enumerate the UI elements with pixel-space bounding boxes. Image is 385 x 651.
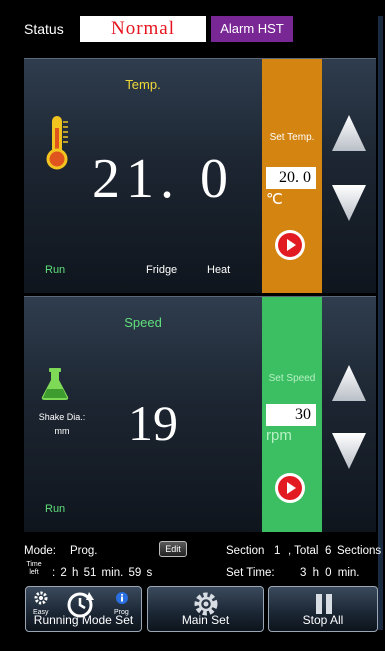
- temperature-up-arrow-icon[interactable]: [330, 111, 368, 155]
- speed-panel: Speed Shake Dia.: mm 19 Run Set Speed 30…: [24, 296, 376, 532]
- time-left-label: Time left: [23, 561, 45, 577]
- temperature-title: Temp.: [125, 77, 161, 92]
- sections-label: Sections: [337, 545, 382, 557]
- set-time-value: 3 h 0 min.: [300, 567, 360, 579]
- shake-diameter-unit: mm: [54, 426, 70, 436]
- stop-all-label: Stop All: [302, 613, 344, 627]
- fridge-label: Fridge: [146, 264, 178, 276]
- temperature-current-value: 21. 0: [92, 148, 234, 210]
- set-speed-field[interactable]: 30: [266, 404, 316, 426]
- total-sections-number: 6: [325, 545, 332, 557]
- temperature-set-strip: Set Temp. 20. 0 ℃: [262, 59, 322, 293]
- status-label: Status: [24, 21, 64, 37]
- speed-up-arrow-icon[interactable]: [330, 361, 368, 405]
- section-number: 1: [274, 545, 281, 557]
- time-left-label-line1: Time: [26, 561, 42, 568]
- alarm-button[interactable]: Alarm HST: [211, 16, 293, 42]
- set-temperature-label: Set Temp.: [269, 132, 315, 143]
- info-icon: [116, 592, 128, 604]
- mode-label: Mode:: [24, 545, 56, 557]
- frame-edge: [378, 16, 383, 630]
- speed-set-strip: Set Speed 30 rpm: [262, 297, 322, 532]
- section-label: Section: [226, 545, 265, 557]
- flask-icon: [41, 368, 69, 400]
- status-value: Normal: [80, 16, 206, 42]
- shake-diameter-text: Shake Dia.:: [38, 412, 86, 422]
- speed-run-status: Run: [45, 503, 66, 515]
- temperature-unit: ℃: [266, 191, 283, 208]
- running-mode-set-button[interactable]: Easy Prog Running Mode Set: [25, 586, 142, 632]
- gear-small-icon: [34, 591, 48, 605]
- heat-label: Heat: [207, 264, 231, 276]
- temperature-run-status: Run: [45, 264, 66, 276]
- thermometer-icon: [46, 116, 68, 170]
- time-left-label-line2: left: [29, 569, 39, 576]
- temperature-down-arrow-icon[interactable]: [330, 181, 368, 225]
- speed-down-arrow-icon[interactable]: [330, 429, 368, 473]
- set-temperature-field[interactable]: 20. 0: [266, 167, 316, 189]
- main-set-label: Main Set: [181, 613, 230, 627]
- main-set-button[interactable]: Main Set: [147, 586, 264, 632]
- shake-diameter-label: Shake Dia.: mm: [37, 410, 87, 438]
- stop-all-button[interactable]: Stop All: [268, 586, 378, 632]
- speed-unit: rpm: [266, 427, 292, 444]
- edit-button[interactable]: Edit: [159, 541, 187, 557]
- temperature-play-button[interactable]: [275, 230, 305, 260]
- set-speed-label: Set Speed: [268, 373, 316, 384]
- running-mode-set-label: Running Mode Set: [33, 613, 134, 627]
- speed-title: Speed: [124, 315, 162, 330]
- total-label: , Total: [288, 545, 319, 557]
- speed-play-button[interactable]: [275, 473, 305, 503]
- set-time-label: Set Time:: [226, 567, 275, 579]
- temperature-panel: Temp. 21. 0 Run Fridge Heat Set Temp. 20…: [24, 58, 376, 293]
- speed-current-value: 19: [128, 395, 178, 451]
- mode-value: Prog.: [70, 545, 98, 557]
- time-left-value: : 2 h 51 min. 59 s: [52, 567, 153, 579]
- status-bar: Status Normal Alarm HST: [0, 0, 385, 44]
